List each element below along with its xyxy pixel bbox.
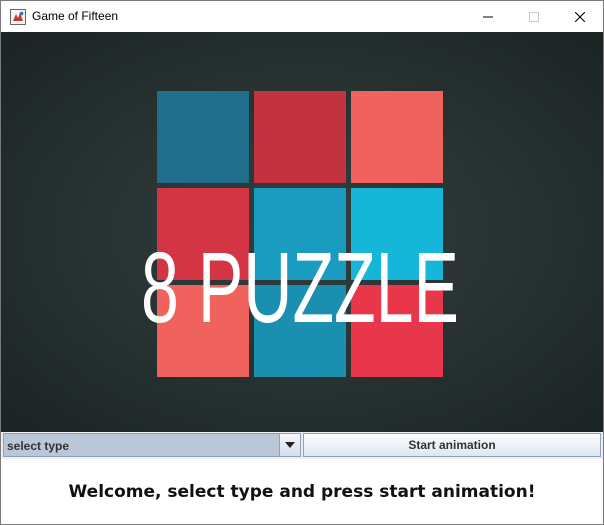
chevron-down-icon	[285, 442, 295, 448]
window-title: Game of Fifteen	[32, 9, 119, 23]
maximize-icon	[529, 11, 539, 22]
minimize-icon	[483, 16, 493, 17]
start-animation-button[interactable]: Start animation	[303, 433, 601, 457]
banner-heading: 8 PUZZLE	[141, 232, 459, 344]
status-area: Welcome, select type and press start ani…	[1, 459, 603, 524]
puzzle-banner: 8 PUZZLE	[1, 32, 603, 432]
java-app-icon	[10, 9, 26, 25]
dropdown-arrow-button[interactable]	[279, 434, 300, 456]
type-select-value: select type	[7, 439, 70, 453]
maximize-button[interactable]	[511, 1, 557, 32]
puzzle-tile	[351, 91, 443, 183]
type-select[interactable]: select type	[3, 433, 301, 457]
puzzle-tile	[254, 91, 346, 183]
puzzle-tile	[157, 91, 249, 183]
close-icon	[575, 11, 585, 22]
title-bar[interactable]: Game of Fifteen	[1, 1, 603, 32]
minimize-button[interactable]	[465, 1, 511, 32]
app-window: Game of Fifteen 8 PUZZLE select type Sta…	[0, 0, 604, 525]
puzzle-banner-image: 8 PUZZLE	[1, 32, 603, 432]
control-bar: select type Start animation	[1, 432, 603, 459]
close-button[interactable]	[557, 1, 603, 32]
status-message: Welcome, select type and press start ani…	[68, 481, 536, 502]
